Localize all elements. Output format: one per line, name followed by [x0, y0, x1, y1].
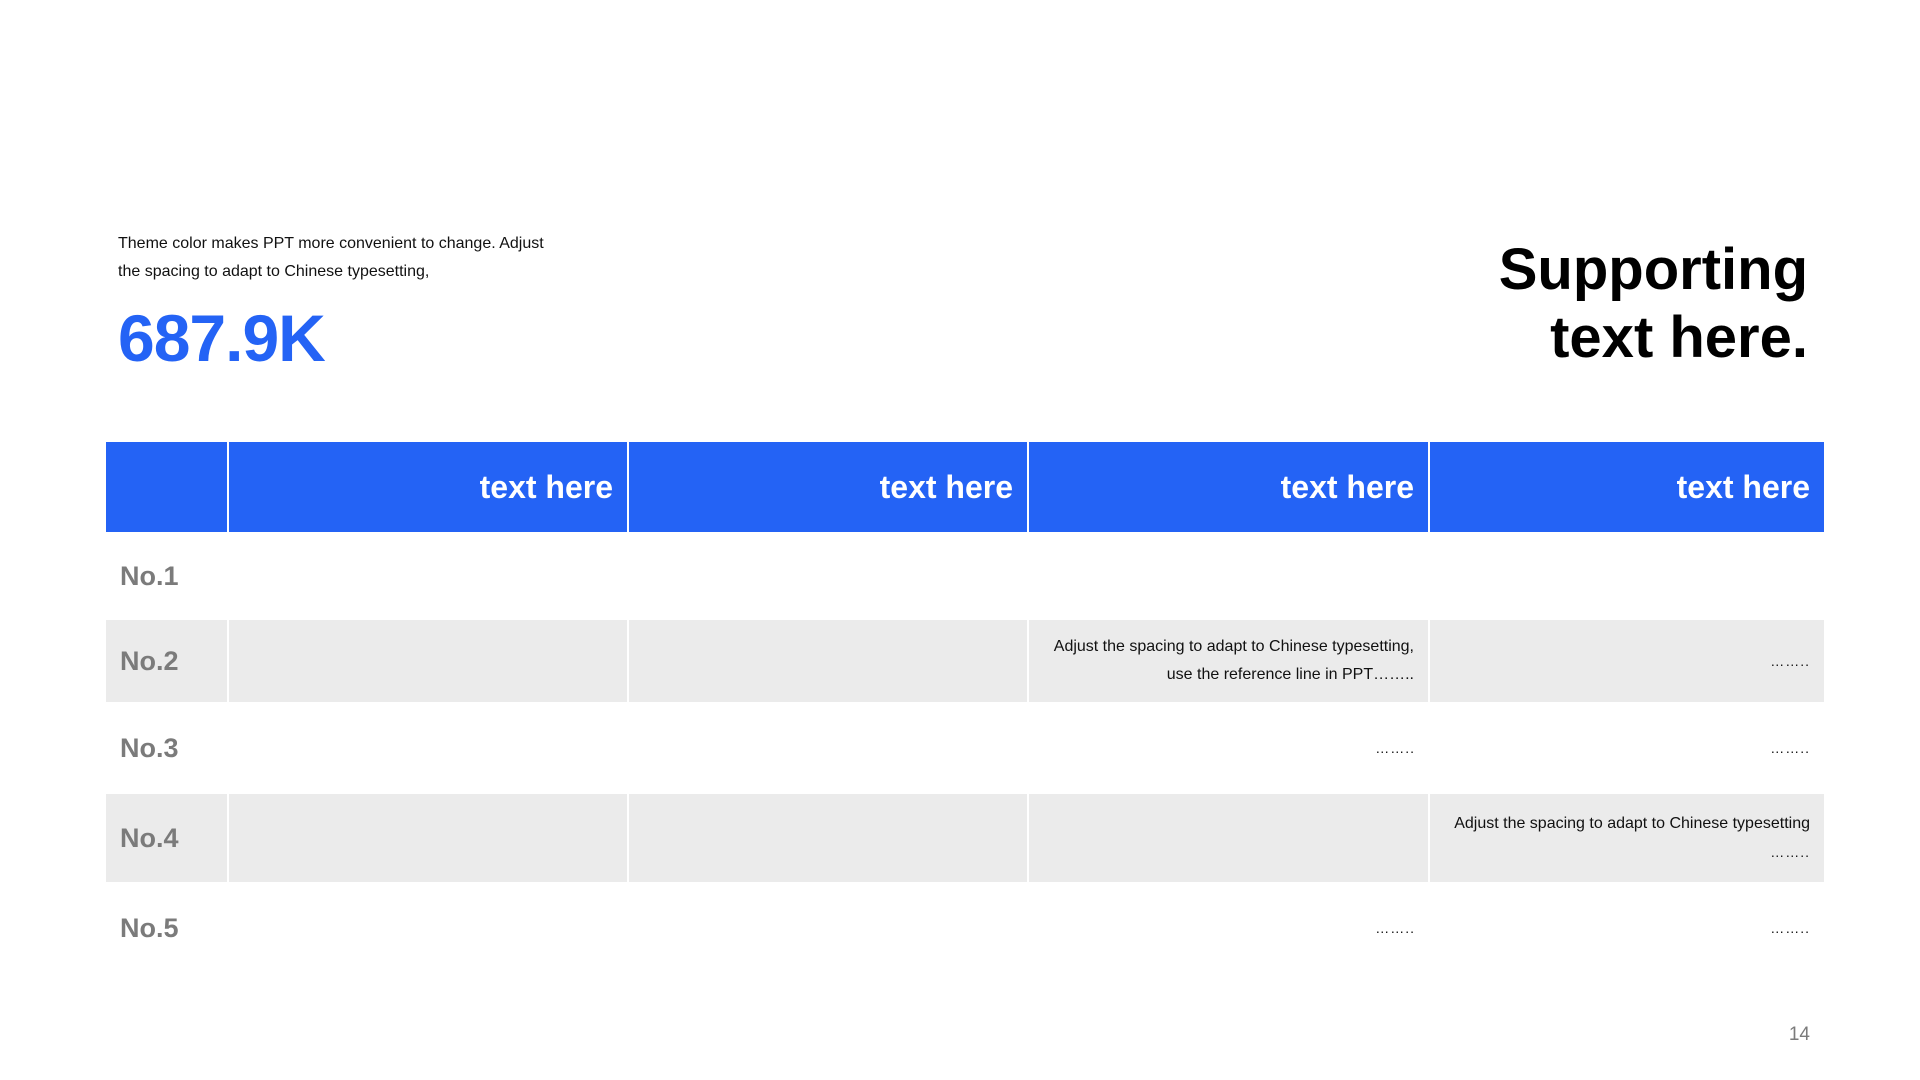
table-cell	[1029, 532, 1430, 620]
table-cell: ……..	[1770, 740, 1810, 756]
stat-value: 687.9K	[118, 301, 326, 375]
table-cell	[629, 794, 1029, 882]
headline-line-2: text here.	[1550, 305, 1808, 370]
cell-text-line-2: use the reference line in PPT……..	[1166, 666, 1414, 683]
table-cell	[229, 532, 629, 620]
headline-line-1: Supporting	[1498, 237, 1808, 302]
table-cell	[229, 702, 629, 794]
table-row: No.4 Adjust the spacing to adapt to Chin…	[106, 794, 1824, 882]
header-cell-3: text here	[1029, 442, 1430, 532]
data-table: text here text here text here text here …	[106, 442, 1824, 974]
row-label: No.5	[106, 882, 229, 974]
row-label: No.3	[106, 702, 229, 794]
table-cell	[229, 882, 629, 974]
cell-text-line-2: ……..	[1770, 844, 1810, 860]
table-row: No.2 Adjust the spacing to adapt to Chin…	[106, 620, 1824, 702]
table-cell: ……..	[1029, 882, 1430, 974]
table-cell	[229, 794, 629, 882]
table-cell	[629, 532, 1029, 620]
table-cell: Adjust the spacing to adapt to Chinese t…	[1029, 620, 1430, 702]
row-label: No.1	[106, 532, 229, 620]
intro-line-1: Theme color makes PPT more convenient to…	[118, 235, 544, 252]
intro-line-2: the spacing to adapt to Chinese typesett…	[118, 263, 430, 280]
table-cell: ……..	[1770, 653, 1810, 669]
row-label: No.4	[106, 794, 229, 882]
table-cell	[1029, 794, 1430, 882]
table-header-row: text here text here text here text here	[106, 442, 1824, 532]
header-cell-empty	[106, 442, 229, 532]
intro-text: Theme color makes PPT more convenient to…	[118, 230, 578, 286]
table-cell	[629, 702, 1029, 794]
table-cell	[1430, 532, 1824, 620]
page-number: 14	[1788, 1024, 1810, 1045]
table-cell	[629, 882, 1029, 974]
header-cell-1: text here	[229, 442, 629, 532]
cell-text-line-1: Adjust the spacing to adapt to Chinese t…	[1053, 638, 1414, 655]
header-cell-4: text here	[1676, 469, 1810, 505]
table-cell: ……..	[1770, 920, 1810, 936]
row-label: No.2	[106, 620, 229, 702]
cell-text-line-1: Adjust the spacing to adapt to Chinese t…	[1454, 815, 1810, 832]
table-cell	[629, 620, 1029, 702]
headline: Supporting text here.	[1248, 236, 1808, 372]
table-row: No.1	[106, 532, 1824, 620]
header-cell-2: text here	[629, 442, 1029, 532]
table-cell: ……..	[1029, 702, 1430, 794]
table-cell	[229, 620, 629, 702]
table-row: No.3 …….. ……..	[106, 702, 1824, 794]
table-cell: Adjust the spacing to adapt to Chinese t…	[1430, 794, 1824, 882]
table-row: No.5 …….. ……..	[106, 882, 1824, 974]
